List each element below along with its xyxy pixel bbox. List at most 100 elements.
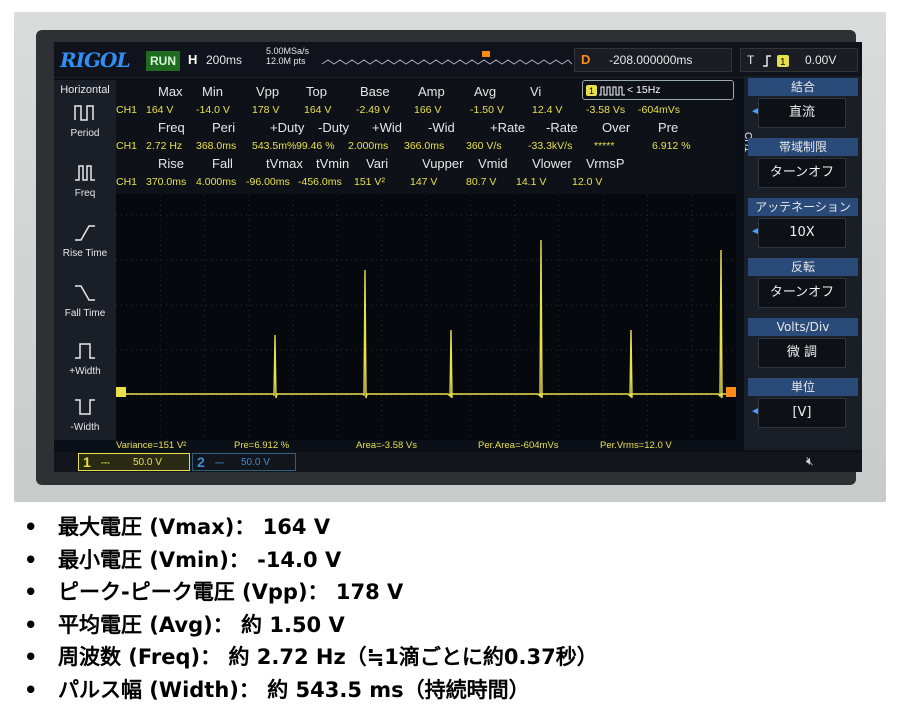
sample-rate: 5.00MSa/s bbox=[266, 46, 310, 56]
dc-coupling-icon: ⎓ bbox=[215, 456, 224, 469]
bullet-dot: • bbox=[24, 677, 38, 702]
measure-period-button[interactable]: Period bbox=[60, 100, 110, 154]
meas-header1-5: Amp bbox=[418, 84, 445, 99]
measure-freq-button[interactable]: Freq bbox=[60, 160, 110, 214]
frequency-counter-value: < 15Hz bbox=[627, 84, 661, 96]
unit-title: 単位 bbox=[748, 378, 858, 396]
volts-div-button[interactable]: 微 調 bbox=[758, 338, 846, 368]
delay-value: -208.000000ms bbox=[609, 53, 693, 67]
meas-header2-6: +Rate bbox=[490, 120, 526, 135]
meas-header3-2: tVmax bbox=[266, 156, 303, 171]
bandwidth-button[interactable]: ターンオフ bbox=[758, 158, 846, 188]
meas-header3-7: Vlower bbox=[532, 156, 572, 171]
run-status-badge[interactable]: RUN bbox=[146, 51, 180, 71]
meas-row3-8: 14.1 V bbox=[516, 176, 547, 188]
meas-header1-6: Avg bbox=[474, 84, 497, 99]
meas-row2-2: 368.0ms bbox=[196, 140, 237, 152]
scope-screen: RIGOL RUN H 200ms 5.00MSa/s 12.0M pts D … bbox=[54, 42, 862, 472]
meas-header3-3: tVmin bbox=[316, 156, 350, 171]
ch1-scale-button[interactable]: 1 ⎓ 50.0 V bbox=[78, 453, 190, 471]
summary-item: • 最大電圧 (Vmax)： 164 V bbox=[18, 512, 888, 545]
meas-row1-0: CH1 bbox=[116, 104, 138, 116]
trigger-delay-box[interactable]: D -208.000000ms bbox=[574, 48, 732, 72]
summary-item: • ピーク-ピーク電圧 (Vpp)： 178 V bbox=[18, 577, 888, 610]
meas-row1-7: -1.50 V bbox=[470, 104, 504, 116]
bullet-dot: • bbox=[24, 547, 38, 572]
ch2-scale-button[interactable]: 2 ⎓ 50.0 V bbox=[192, 453, 296, 471]
frequency-counter: 1 < 15Hz bbox=[582, 80, 734, 100]
meas-header2-9: Pre bbox=[658, 120, 679, 135]
bandwidth-title: 帯域制限 bbox=[748, 138, 858, 156]
meas-row2-1: 2.72 Hz bbox=[146, 140, 183, 152]
meas-row2-8: -33.3kV/s bbox=[528, 140, 573, 152]
meas-row3-7: 80.7 V bbox=[466, 176, 497, 188]
fall-time-icon bbox=[75, 285, 95, 301]
meas-header1-7: Vi bbox=[530, 84, 542, 99]
meas-header1-0: Max bbox=[158, 84, 183, 99]
meas-header3-1: Fall bbox=[212, 156, 233, 171]
meas-header3-0: Rise bbox=[158, 156, 185, 171]
meas-row2-3: 543.5m% bbox=[252, 140, 297, 152]
measure-neg-width-button[interactable]: -Width bbox=[60, 394, 110, 448]
trigger-label: T bbox=[747, 53, 755, 67]
meas-row3-6: 147 V bbox=[410, 176, 438, 188]
counter-wave-icon: 1 bbox=[586, 85, 625, 96]
trigger-level-marker bbox=[726, 387, 736, 397]
delay-label: D bbox=[581, 52, 591, 67]
horizontal-timebase: 200ms bbox=[206, 53, 243, 67]
trigger-level: 0.00V bbox=[805, 53, 837, 67]
ch1-trace bbox=[124, 239, 727, 399]
ch1-number: 1 bbox=[83, 454, 91, 470]
measure-pos-width-button[interactable]: +Width bbox=[60, 338, 110, 392]
meas-row3-2: 4.000ms bbox=[196, 176, 237, 188]
meas-row1-3: 178 V bbox=[252, 104, 280, 116]
svg-text:1: 1 bbox=[589, 86, 594, 96]
stat-period-area: Per.Area=-604mVs bbox=[478, 440, 559, 451]
menu-label-freq: Freq bbox=[74, 188, 96, 199]
summary-list: • 最大電圧 (Vmax)： 164 V • 最小電圧 (Vmin)： -14.0 V… bbox=[18, 512, 888, 708]
trigger-box[interactable]: T 1 0.00V bbox=[740, 48, 858, 72]
dc-coupling-icon: ⎓ bbox=[101, 456, 110, 469]
probe-title: アッテネーション bbox=[748, 198, 858, 216]
meas-header2-4: +Wid bbox=[372, 120, 402, 135]
bullet-dot: • bbox=[24, 580, 38, 605]
meas-header2-1: Peri bbox=[212, 120, 236, 135]
bullet-dot: • bbox=[24, 612, 38, 637]
meas-row1-6: 166 V bbox=[414, 104, 442, 116]
meas-row3-9: 12.0 V bbox=[572, 176, 603, 188]
meas-header3-8: VrmsP bbox=[586, 156, 625, 171]
meas-row1-10: -604mVs bbox=[638, 104, 681, 116]
meas-header2-0: Freq bbox=[158, 120, 185, 135]
ch1-ground-marker bbox=[116, 387, 126, 397]
meas-row3-5: 151 V² bbox=[354, 176, 385, 188]
probe-button[interactable]: 10X bbox=[758, 218, 846, 248]
freq-icon bbox=[75, 165, 95, 181]
summary-item: • 周波数 (Freq)： 約 2.72 Hz（≒1滴ごとに約0.37秒） bbox=[18, 642, 888, 675]
waveform-overview-icon bbox=[322, 51, 572, 65]
meas-row3-1: 370.0ms bbox=[146, 176, 187, 188]
measure-menu: Horizontal Period Freq Rise Time Fall Ti… bbox=[54, 80, 116, 440]
meas-header2-2: +Duty bbox=[270, 120, 305, 135]
summary-item: • 最小電圧 (Vmin)： -14.0 V bbox=[18, 545, 888, 578]
trigger-edge-icon: 1 bbox=[763, 55, 789, 68]
neg-width-icon bbox=[75, 399, 95, 415]
meas-row1-8: 12.4 V bbox=[532, 104, 563, 116]
meas-header3-6: Vmid bbox=[478, 156, 508, 171]
invert-button[interactable]: ターンオフ bbox=[758, 278, 846, 308]
bullet-dot: • bbox=[24, 515, 38, 539]
statistics-line: Variance=151 V² Pre=6.912 % Area=-3.58 V… bbox=[116, 440, 736, 452]
measure-rise-button[interactable]: Rise Time bbox=[60, 220, 110, 274]
measure-fall-button[interactable]: Fall Time bbox=[60, 280, 110, 334]
summary-text: 周波数 (Freq)： 約 2.72 Hz（≒1滴ごとに約0.37秒） bbox=[58, 645, 598, 670]
meas-header1-1: Min bbox=[202, 84, 223, 99]
coupling-button[interactable]: 直流 bbox=[758, 98, 846, 128]
bullet-dot: • bbox=[24, 645, 38, 670]
unit-button[interactable]: [V] bbox=[758, 398, 846, 428]
meas-row2-6: 366.0ms bbox=[404, 140, 445, 152]
pos-width-icon bbox=[75, 343, 95, 359]
meas-row2-7: 360 V/s bbox=[466, 140, 502, 152]
menu-title: Horizontal bbox=[60, 84, 110, 96]
summary-text: ピーク-ピーク電圧 (Vpp)： 178 V bbox=[58, 580, 404, 605]
speaker-muted-icon[interactable]: 🔇︎ bbox=[806, 454, 814, 469]
invert-title: 反転 bbox=[748, 258, 858, 276]
